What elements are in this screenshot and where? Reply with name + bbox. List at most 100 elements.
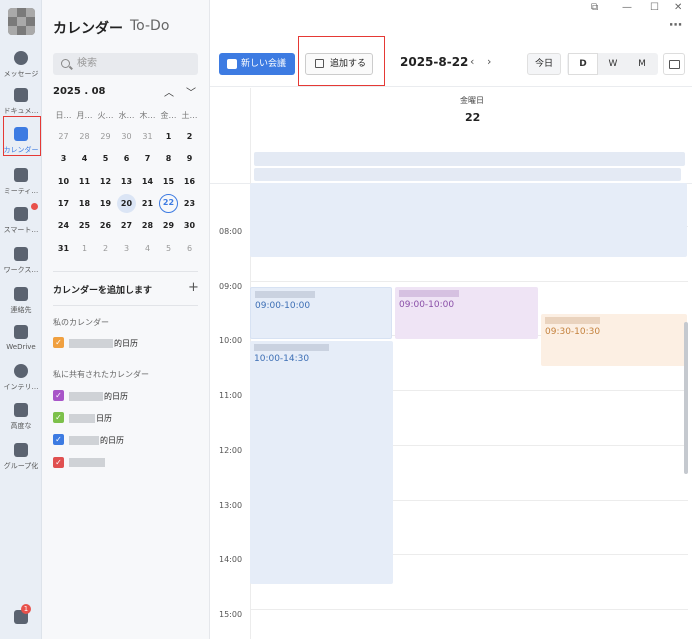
all-day-event[interactable] [254, 168, 681, 181]
event-block[interactable]: 09:00-10:00 [395, 287, 538, 339]
more-icon[interactable]: ⋯ [669, 18, 682, 33]
checkbox-checked-icon[interactable]: ✓ [53, 390, 64, 401]
checkbox-checked-icon[interactable]: ✓ [53, 457, 64, 468]
today-button[interactable]: 今日 [527, 53, 561, 75]
calendar-day[interactable]: 27 [54, 127, 73, 146]
hour-gridline [250, 281, 688, 282]
calendar-day[interactable]: 5 [96, 149, 115, 168]
calendar-day[interactable]: 10 [54, 172, 73, 191]
calendar-day[interactable]: 3 [54, 149, 73, 168]
close-icon[interactable]: ✕ [674, 2, 682, 13]
calendar-day[interactable]: 29 [96, 127, 115, 146]
calendar-day[interactable]: 14 [138, 172, 157, 191]
calendar-day[interactable]: 20 [117, 194, 136, 213]
calendar-day[interactable]: 31 [138, 127, 157, 146]
calendar-day[interactable]: 23 [180, 194, 199, 213]
calendar-day[interactable]: 22 [159, 194, 178, 213]
workspace-icon [14, 247, 28, 261]
rail-item-advanced[interactable]: 高度な [0, 399, 42, 439]
checkbox-checked-icon[interactable]: ✓ [53, 337, 64, 348]
weekday-header: 日… [55, 111, 72, 120]
view-month-button[interactable]: M [627, 53, 657, 75]
checkbox-checked-icon[interactable]: ✓ [53, 412, 64, 423]
event-block[interactable]: 09:30-10:30 [541, 314, 687, 366]
notification-badge [31, 203, 38, 210]
view-day-button[interactable]: D [568, 53, 598, 75]
event-block[interactable]: 09:00-10:00 [250, 287, 392, 339]
all-day-event[interactable] [254, 152, 685, 166]
calendar-day[interactable]: 16 [180, 172, 199, 191]
calendar-day[interactable]: 15 [159, 172, 178, 191]
calendar-day[interactable]: 18 [75, 194, 94, 213]
calendar-day[interactable]: 27 [117, 216, 136, 235]
calendar-day[interactable]: 24 [54, 216, 73, 235]
calendar-day[interactable]: 7 [138, 149, 157, 168]
toggle-panel-button[interactable] [663, 53, 685, 75]
calendar-day[interactable]: 13 [117, 172, 136, 191]
hour-label: 15:00 [219, 610, 243, 619]
calendar-day[interactable]: 6 [117, 149, 136, 168]
hour-label: 08:00 [219, 227, 243, 236]
calendar-day[interactable]: 25 [75, 216, 94, 235]
scrollbar[interactable] [684, 322, 688, 474]
calendar-day[interactable]: 19 [96, 194, 115, 213]
calendar-day[interactable]: 30 [180, 216, 199, 235]
calendar-day[interactable]: 2 [96, 239, 115, 258]
checkbox-checked-icon[interactable]: ✓ [53, 434, 64, 445]
calendar-day[interactable]: 4 [75, 149, 94, 168]
calendar-day[interactable]: 12 [96, 172, 115, 191]
maximize-icon[interactable]: ☐ [650, 2, 659, 13]
advanced-icon [14, 403, 28, 417]
avatar[interactable] [8, 8, 35, 35]
calendar-day[interactable]: 29 [159, 216, 178, 235]
rail-item-meetings[interactable]: ミーティ… [0, 164, 42, 204]
document-icon [14, 88, 28, 102]
view-week-button[interactable]: W [598, 53, 628, 75]
calendar-day[interactable]: 28 [75, 127, 94, 146]
add-calendar-label[interactable]: カレンダーを追加します [53, 283, 152, 296]
rail-item-messages[interactable]: メッセージ [0, 47, 42, 87]
calendar-day[interactable]: 1 [75, 239, 94, 258]
chevron-right-icon[interactable]: › [487, 55, 491, 68]
rail-item-smart[interactable]: スマート… [0, 203, 42, 243]
rail-item-contacts[interactable]: 連絡先 [0, 283, 42, 323]
weekday-header: 火… [97, 111, 114, 120]
tab-calendar[interactable]: カレンダー [53, 18, 123, 38]
calendar-day[interactable]: 1 [159, 127, 178, 146]
new-meeting-button[interactable]: 新しい会議 [219, 53, 295, 75]
rail-item-workspace[interactable]: ワークス… [0, 243, 42, 283]
calendar-day[interactable]: 4 [138, 239, 157, 258]
pin-icon[interactable]: ⧉ [591, 2, 598, 13]
calendar-day[interactable]: 9 [180, 149, 199, 168]
minimize-icon[interactable]: — [622, 2, 632, 13]
event-block[interactable] [250, 183, 687, 257]
calendar-day[interactable]: 30 [117, 127, 136, 146]
weekday-header: 木… [139, 111, 156, 120]
search-icon [61, 59, 70, 68]
panel-icon [669, 60, 680, 69]
app-rail: メッセージ ドキュメ… カレンダー ミーティ… スマート… ワークス… 連絡先 [0, 0, 42, 639]
calendar-day[interactable]: 3 [117, 239, 136, 258]
calendar-day[interactable]: 28 [138, 216, 157, 235]
rail-item-wedrive[interactable]: WeDrive [0, 321, 42, 361]
calendar-day[interactable]: 26 [96, 216, 115, 235]
calendar-day[interactable]: 5 [159, 239, 178, 258]
chevron-down-icon[interactable]: ﹀ [186, 84, 196, 99]
calendar-day[interactable]: 6 [180, 239, 199, 258]
rail-item-group[interactable]: グループ化 [0, 439, 42, 479]
plus-icon[interactable]: + [188, 280, 199, 295]
chevron-left-icon[interactable]: ‹ [470, 55, 474, 68]
rail-item-intelligence[interactable]: インテリ… [0, 360, 42, 400]
calendar-day[interactable]: 21 [138, 194, 157, 213]
calendar-day[interactable]: 17 [54, 194, 73, 213]
calendar-day[interactable]: 31 [54, 239, 73, 258]
calendar-day[interactable]: 8 [159, 149, 178, 168]
calendar-main: ⧉ — ☐ ✕ ⋯ 新しい会議 追加する 2025-8-22 ‹ › 今日 D … [210, 0, 692, 639]
chevron-up-icon[interactable]: ︿ [164, 84, 174, 99]
calendar-day[interactable]: 11 [75, 172, 94, 191]
shared-calendars-title: 私に共有されたカレンダー [53, 370, 149, 379]
tab-todo[interactable]: To-Do [130, 18, 169, 34]
event-block[interactable]: 10:00-14:30 [250, 341, 393, 584]
calendar-day[interactable]: 2 [180, 127, 199, 146]
search-input[interactable]: 検索 [53, 53, 198, 75]
